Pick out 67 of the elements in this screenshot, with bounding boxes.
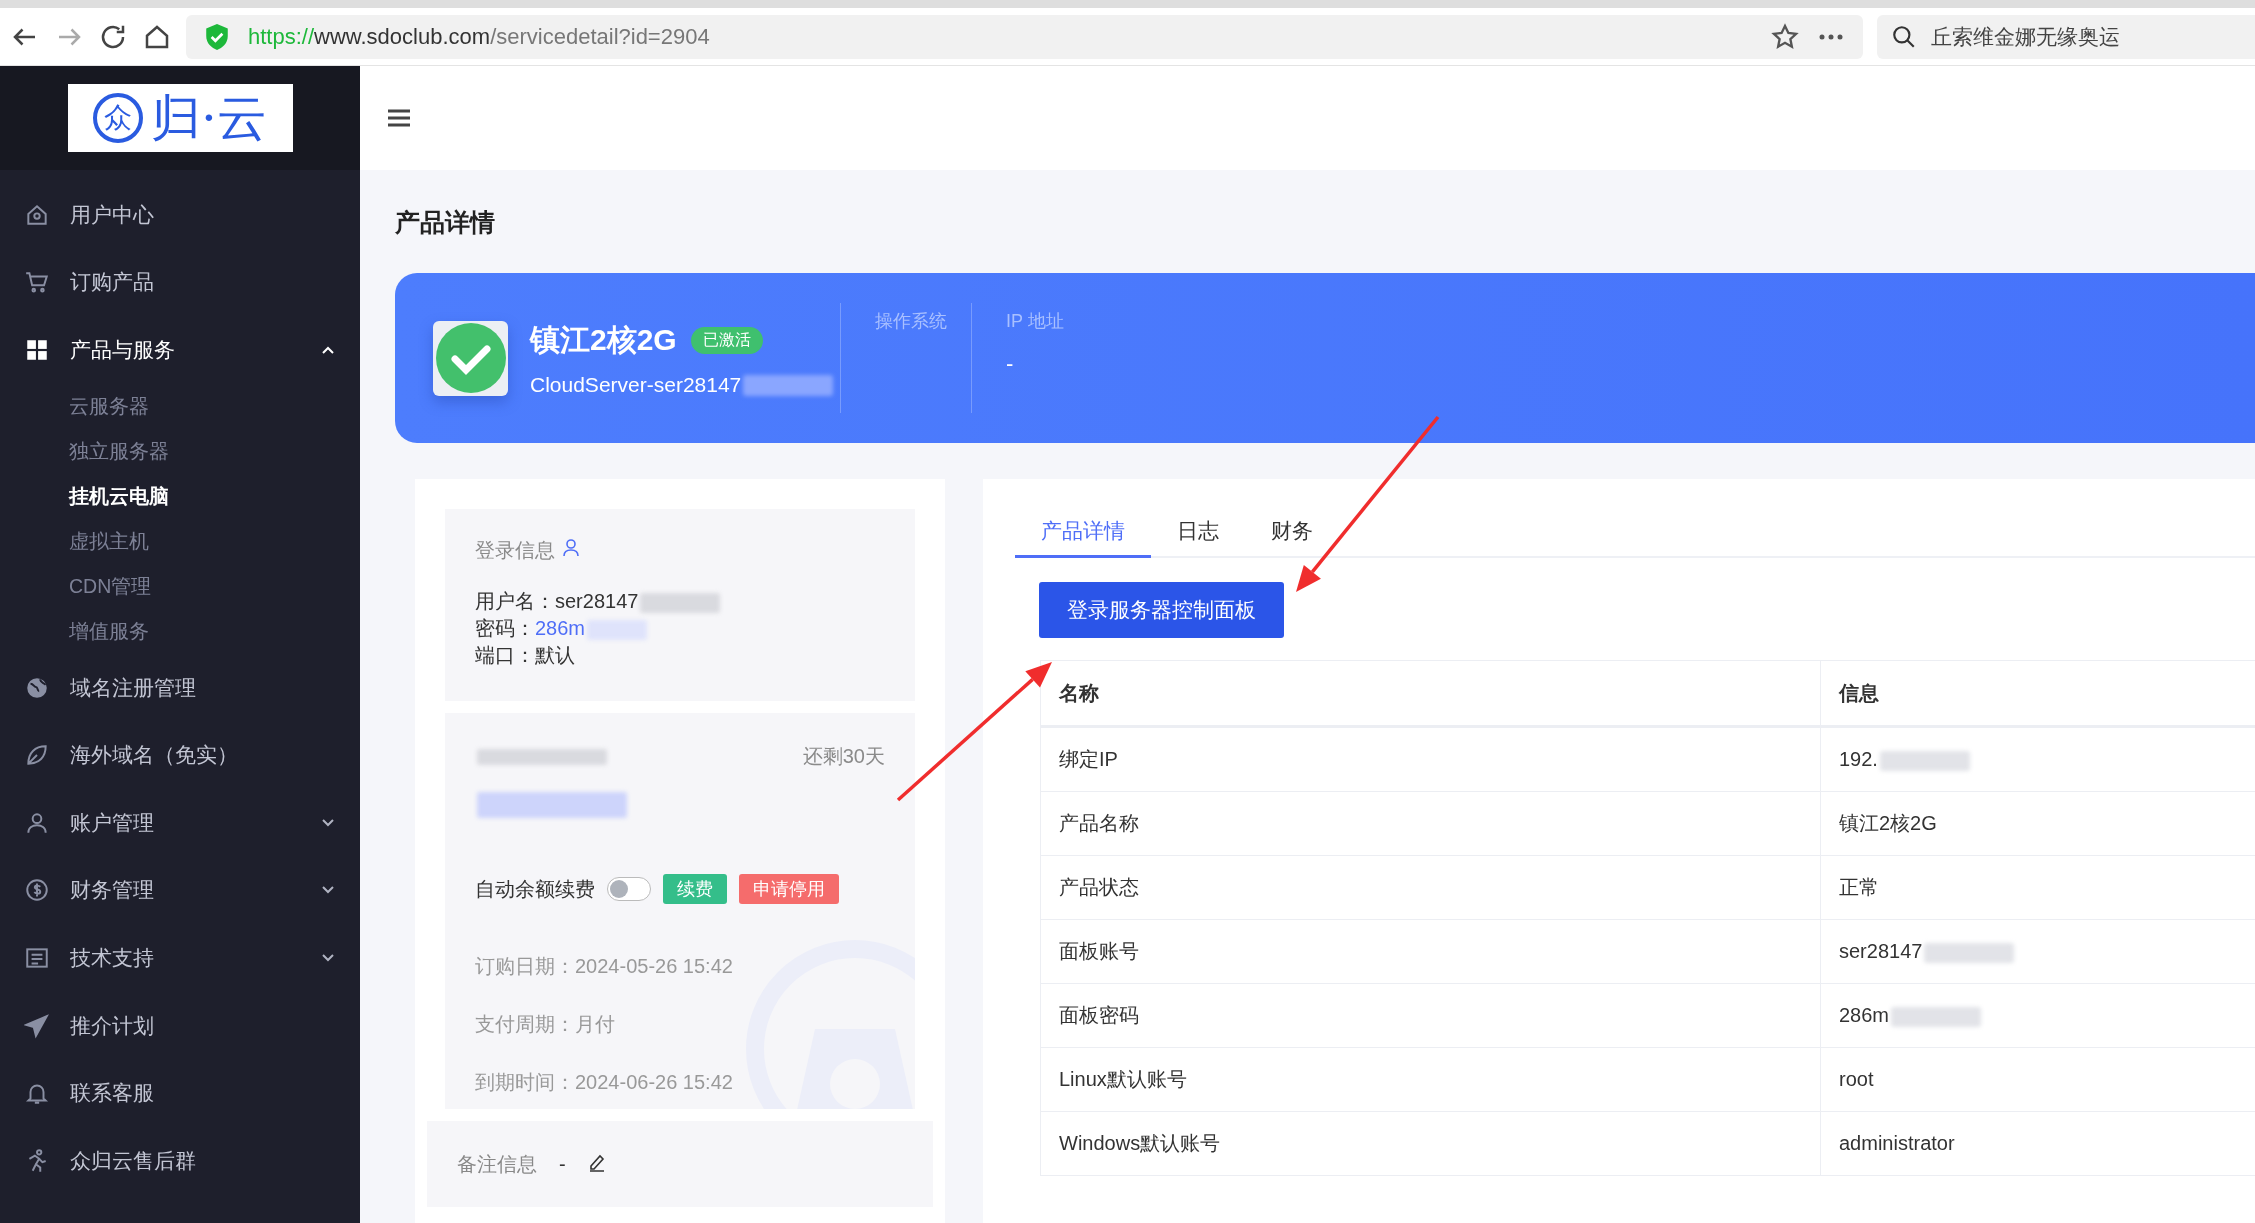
date-info: 支付周期：月付: [475, 1012, 616, 1037]
remaining-days: 还剩30天: [802, 743, 885, 770]
submenu-item[interactable]: 挂机云电脑: [0, 473, 360, 519]
shield-icon: [204, 22, 230, 51]
date-info: 订购日期：2024-05-26 15:42: [475, 954, 734, 979]
page-title: 产品详情: [395, 207, 496, 238]
table-cell: 镇江2核2G: [1839, 812, 1937, 834]
sidebar-item[interactable]: 产品与服务: [0, 316, 360, 384]
table-cell: 产品状态: [1059, 876, 1139, 898]
logo[interactable]: 众 归·云: [67, 84, 293, 152]
address-bar[interactable]: https://www.sdoclub.com/servicedetail?id=2904: [186, 14, 1863, 59]
remarks-label: 备注信息: [457, 1151, 537, 1177]
table-cell: 产品名称: [1059, 812, 1139, 834]
table-cell: 286m: [1839, 1004, 1890, 1026]
table-cell: 192.: [1839, 748, 1878, 770]
menu-icon[interactable]: [388, 108, 410, 128]
sidebar-item[interactable]: 账户管理: [0, 788, 360, 857]
login-detail: 密码：286m: [475, 617, 586, 639]
sidebar-item[interactable]: 技术支持: [0, 924, 360, 992]
submenu-item[interactable]: 增值服务: [0, 608, 360, 654]
submenu-item[interactable]: 独立服务器: [0, 428, 360, 474]
table-cell: root: [1839, 1068, 1874, 1090]
paper-plane-icon: [24, 1012, 50, 1039]
toggle-label: 自动余额续费: [475, 876, 595, 902]
column-header: 名称: [1040, 660, 1821, 727]
url-text: https://www.sdoclub.com/servicedetail?id=2904: [248, 23, 711, 50]
sidebar-item[interactable]: 订购产品: [0, 248, 360, 317]
sidebar-item[interactable]: 众归云售后群: [0, 1126, 360, 1195]
table-cell: Linux默认账号: [1059, 1068, 1187, 1090]
table-cell: administrator: [1839, 1132, 1955, 1154]
remarks-value: -: [559, 1152, 566, 1176]
field-label: IP 地址: [1006, 310, 1065, 333]
column-header: 信息: [1820, 660, 2255, 727]
search-icon[interactable]: [1891, 23, 1917, 50]
sidebar-item[interactable]: 海外域名（免实）: [0, 721, 360, 789]
table-cell: 绑定IP: [1059, 748, 1118, 770]
tab[interactable]: 财务: [1245, 517, 1339, 558]
dollar-icon: [24, 877, 50, 904]
table-cell: 面板账号: [1059, 940, 1139, 962]
sidebar-item[interactable]: 用户中心: [0, 181, 360, 249]
submenu-item[interactable]: CDN管理: [0, 563, 360, 609]
section-title: 登录信息: [475, 538, 555, 563]
sidebar-item[interactable]: 联系客服: [0, 1059, 360, 1127]
table-cell: Windows默认账号: [1059, 1132, 1221, 1154]
login-detail: 端口：默认: [475, 644, 575, 666]
field-value: -: [1006, 351, 1015, 377]
table-cell: 正常: [1839, 876, 1879, 898]
table-cell: 面板密码: [1059, 1004, 1139, 1026]
sidebar-item[interactable]: 域名注册管理: [0, 653, 360, 722]
status-badge: 已激活: [690, 326, 763, 354]
tab[interactable]: 日志: [1151, 517, 1245, 558]
table-cell: ser28147: [1839, 940, 1923, 962]
field-label: 操作系统: [875, 310, 948, 333]
login-detail: 用户名：ser28147: [475, 590, 639, 612]
date-info: 到期时间：2024-06-26 15:42: [475, 1070, 734, 1095]
grid-icon: [24, 337, 50, 363]
hostname: CloudServer-ser28147: [530, 372, 742, 396]
sidebar-item[interactable]: 推介计划: [0, 991, 360, 1060]
product-name: 镇江2核2G: [530, 321, 677, 358]
submenu-item[interactable]: 虚拟主机: [0, 518, 360, 564]
tab[interactable]: 产品详情: [1015, 517, 1151, 558]
star-icon[interactable]: [1771, 22, 1799, 51]
submenu-item[interactable]: 云服务器: [0, 383, 360, 429]
auto-renew-toggle[interactable]: [607, 877, 651, 901]
sidebar-item[interactable]: 财务管理: [0, 856, 360, 925]
check-icon: [433, 320, 508, 396]
login-panel-button[interactable]: 登录服务器控制面板: [1039, 582, 1284, 638]
